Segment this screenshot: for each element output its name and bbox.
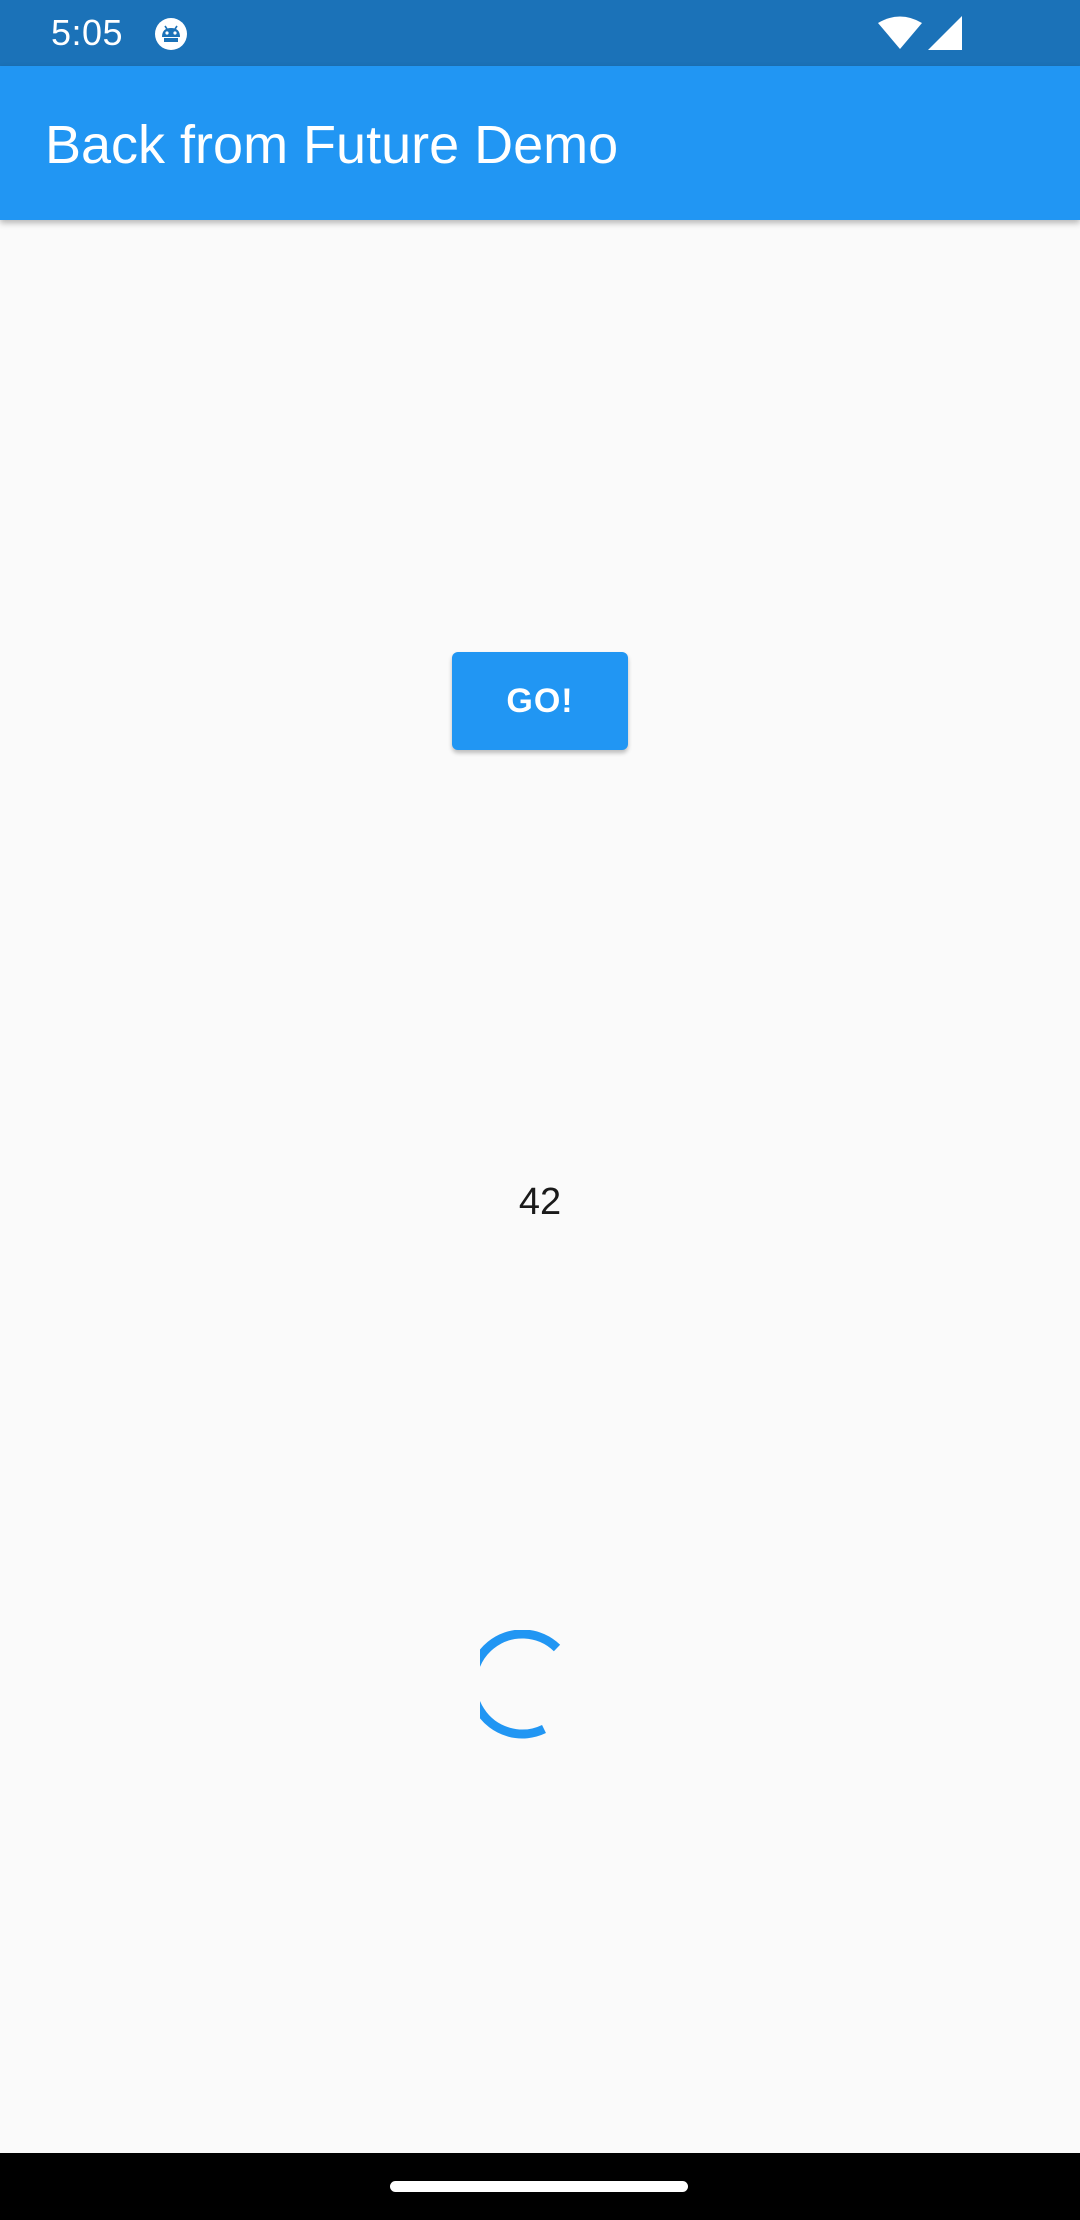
- app-bar: Back from Future Demo: [0, 66, 1080, 220]
- gesture-handle[interactable]: [390, 2181, 688, 2192]
- result-value: 42: [518, 1181, 562, 1223]
- go-button[interactable]: GO!: [452, 652, 628, 750]
- app-title: Back from Future Demo: [45, 115, 619, 175]
- cell-signal-icon: [928, 16, 962, 50]
- screen: 5:05 Back from Future Demo GO! 42: [0, 0, 1080, 2220]
- status-bar: 5:05: [0, 0, 1080, 66]
- wifi-icon: [878, 16, 922, 49]
- progress-spinner-icon: [480, 1630, 561, 1739]
- android-debug-icon: [155, 18, 187, 50]
- navigation-bar: [0, 2153, 1080, 2220]
- status-time: 5:05: [51, 12, 124, 53]
- go-button-label: GO!: [506, 681, 574, 720]
